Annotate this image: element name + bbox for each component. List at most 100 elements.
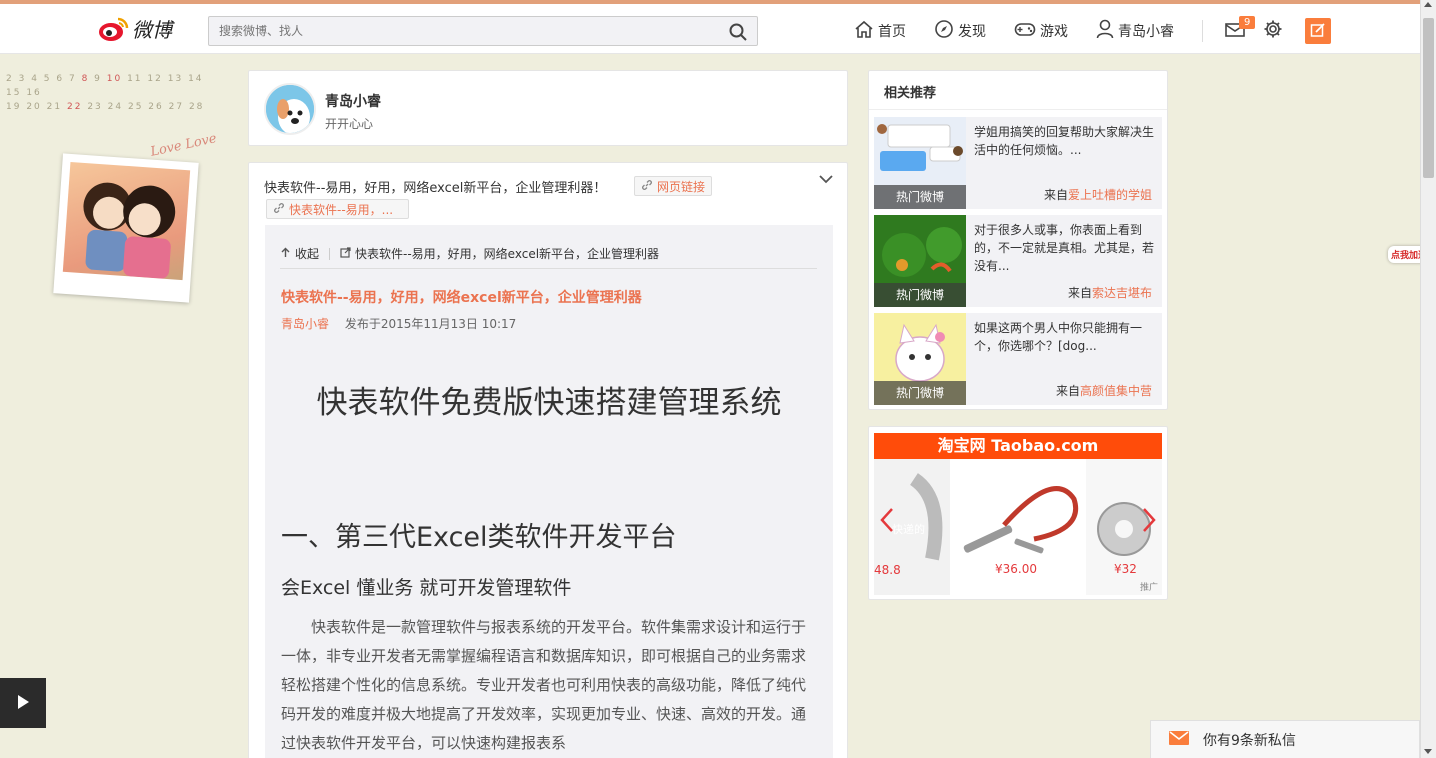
weibo-logo[interactable]: 微博 bbox=[98, 14, 172, 43]
new-message-notice[interactable]: 你有9条新私信 bbox=[1150, 720, 1420, 758]
calendar-number: 22 bbox=[66, 102, 88, 112]
list-item[interactable]: 热门微博 如果这两个男人中你只能拥有一个，你选哪个？[dog... 来自高颜值集… bbox=[874, 313, 1162, 405]
compose-icon bbox=[1310, 22, 1326, 41]
chevron-down-icon[interactable] bbox=[819, 173, 833, 187]
calendar-number: 24 bbox=[107, 102, 128, 112]
recommend-text[interactable]: 学姐用搞笑的回复帮助大家解决生活中的任何烦恼。... bbox=[974, 123, 1156, 159]
scroll-up-icon[interactable] bbox=[1424, 2, 1432, 7]
compass-icon bbox=[934, 19, 954, 43]
source-prefix: 来自 bbox=[1055, 384, 1080, 398]
video-thumbnail[interactable] bbox=[0, 678, 46, 728]
calendar-number: 16 bbox=[26, 88, 42, 98]
web-link-chip[interactable]: 网页链接 bbox=[634, 176, 713, 196]
ad-price-right: ¥32 bbox=[1114, 562, 1137, 576]
calendar-number: 25 bbox=[127, 102, 149, 112]
source-prefix: 来自 bbox=[1067, 286, 1092, 300]
calendar-number: 3 bbox=[18, 74, 32, 84]
open-article-label: 快表软件--易用，好用，网络excel新平台，企业管理利器 bbox=[355, 247, 660, 261]
article-heading-1: 快表软件免费版快速搭建管理系统 bbox=[316, 385, 782, 421]
article-heading-3: 会Excel 懂业务 就可开发管理软件 bbox=[281, 577, 572, 599]
gear-icon bbox=[1263, 19, 1283, 43]
nav-home[interactable]: 首页 bbox=[854, 20, 906, 42]
recommend-divider bbox=[869, 109, 1167, 110]
calendar-number: 6 bbox=[56, 74, 69, 84]
list-item[interactable]: 热门微博 学姐用搞笑的回复帮助大家解决生活中的任何烦恼。... 来自爱上吐槽的学… bbox=[874, 117, 1162, 209]
recommend-title: 相关推荐 bbox=[884, 86, 937, 101]
calendar-number: 13 bbox=[167, 74, 189, 84]
calendar-number: 15 bbox=[6, 88, 27, 98]
recommend-source: 来自爱上吐槽的学姐 bbox=[1044, 186, 1152, 203]
carousel-next-icon[interactable] bbox=[1142, 507, 1156, 536]
calendar-number: 21 bbox=[46, 102, 67, 112]
nav-games[interactable]: 游戏 bbox=[1014, 20, 1068, 42]
calendar-number: 14 bbox=[188, 74, 204, 84]
post-text: 快表软件--易用，好用，网络excel新平台，企业管理利器！ bbox=[264, 181, 607, 196]
mail-icon bbox=[1169, 730, 1189, 749]
avatar[interactable] bbox=[264, 83, 316, 135]
nav-games-label: 游戏 bbox=[1040, 24, 1068, 40]
collapse-button[interactable]: 收起 bbox=[280, 245, 319, 262]
taobao-ad-card[interactable]: 淘宝网 Taobao.com 48.8 ¥36.00 ¥32 快递的 推广 bbox=[868, 426, 1168, 600]
list-item[interactable]: 热门微博 对于很多人或事，你表面上看到的，不一定就是真相。尤其是，若没有... … bbox=[874, 215, 1162, 307]
scroll-thumb[interactable] bbox=[1423, 18, 1434, 178]
calendar-number: 26 bbox=[148, 102, 169, 112]
calendar-decoration: 2 3 4 5 6 7 8 9 10 11 12 13 14 15 16 19 … bbox=[6, 72, 216, 114]
taobao-banner[interactable]: 淘宝网 Taobao.com bbox=[874, 433, 1162, 459]
source-link[interactable]: 索达吉堪布 bbox=[1092, 286, 1152, 300]
article-preview: 收起 快表软件--易用，好用，网络excel新平台，企业管理利器 快表软件--易… bbox=[265, 225, 833, 758]
open-article-link[interactable]: 快表软件--易用，好用，网络excel新平台，企业管理利器 bbox=[340, 245, 659, 262]
collapse-label: 收起 bbox=[295, 247, 320, 261]
calendar-number: 12 bbox=[147, 74, 168, 84]
calendar-number: 4 bbox=[31, 74, 44, 84]
page-scrollbar[interactable] bbox=[1420, 0, 1436, 758]
article-author[interactable]: 青岛小睿 bbox=[281, 317, 329, 331]
link-icon bbox=[273, 202, 285, 217]
ad-carousel: 48.8 ¥36.00 ¥32 快递的 推广 bbox=[874, 459, 1162, 595]
toolbar-divider bbox=[329, 247, 331, 260]
nav-user[interactable]: 青岛小睿 bbox=[1096, 19, 1174, 43]
hot-weibo-label: 热门微博 bbox=[874, 283, 966, 307]
search-icon[interactable] bbox=[729, 23, 747, 44]
article-date: 发布于2015年11月13日 10:17 bbox=[344, 317, 517, 331]
profile-name[interactable]: 青岛小睿 bbox=[325, 91, 381, 111]
gamepad-icon bbox=[1014, 20, 1036, 42]
calendar-number: 11 bbox=[127, 74, 148, 84]
search-input[interactable] bbox=[209, 17, 709, 45]
nav-discover-label: 发现 bbox=[958, 24, 986, 40]
article-link-label: 快表软件--易用，... bbox=[289, 202, 394, 217]
message-count-badge: 9 bbox=[1239, 15, 1256, 29]
calendar-number: 5 bbox=[43, 74, 57, 84]
scroll-down-icon[interactable] bbox=[1424, 749, 1432, 754]
nav-user-label: 青岛小睿 bbox=[1118, 24, 1174, 40]
recommend-thumbnail[interactable]: 热门微博 bbox=[874, 215, 966, 307]
hot-weibo-label: 热门微博 bbox=[874, 381, 966, 405]
source-link[interactable]: 爱上吐槽的学姐 bbox=[1068, 188, 1152, 202]
post-card: 快表软件--易用，好用，网络excel新平台，企业管理利器！ 网页链接 快表软件… bbox=[248, 162, 848, 758]
article-title[interactable]: 快表软件--易用，好用，网络excel新平台，企业管理利器 bbox=[281, 287, 642, 307]
article-toolbar: 收起 快表软件--易用，好用，网络excel新平台，企业管理利器 bbox=[280, 239, 817, 269]
couple-photo-decoration bbox=[53, 153, 199, 303]
recommend-text[interactable]: 如果这两个男人中你只能拥有一个，你选哪个？[dog... bbox=[974, 319, 1156, 355]
profile-bio: 开开心心 bbox=[325, 117, 374, 131]
hot-weibo-label: 热门微博 bbox=[874, 185, 966, 209]
calendar-number: 28 bbox=[188, 102, 205, 112]
ad-price-main: ¥36.00 bbox=[995, 562, 1037, 576]
recommend-text[interactable]: 对于很多人或事，你表面上看到的，不一定就是真相。尤其是，若没有... bbox=[974, 221, 1156, 275]
source-link[interactable]: 高颜值集中营 bbox=[1080, 384, 1152, 398]
calendar-number: 23 bbox=[87, 102, 108, 112]
weibo-eye-icon bbox=[98, 16, 129, 42]
carousel-prev-icon[interactable] bbox=[880, 507, 894, 536]
nav-discover[interactable]: 发现 bbox=[934, 19, 986, 43]
nav-divider bbox=[1202, 20, 1203, 42]
settings-button[interactable] bbox=[1263, 19, 1283, 43]
compose-button[interactable] bbox=[1305, 18, 1331, 44]
messages-button[interactable]: 9 bbox=[1225, 15, 1256, 41]
calendar-number: 8 bbox=[81, 74, 95, 84]
ad-watermark: 快递的 bbox=[892, 523, 925, 536]
calendar-number: 20 bbox=[26, 102, 47, 112]
play-icon bbox=[15, 694, 31, 713]
recommend-thumbnail[interactable]: 热门微博 bbox=[874, 313, 966, 405]
ad-price-left: 48.8 bbox=[874, 563, 901, 577]
article-link-chip[interactable]: 快表软件--易用，... bbox=[266, 199, 409, 219]
recommend-thumbnail[interactable]: 热门微博 bbox=[874, 117, 966, 209]
